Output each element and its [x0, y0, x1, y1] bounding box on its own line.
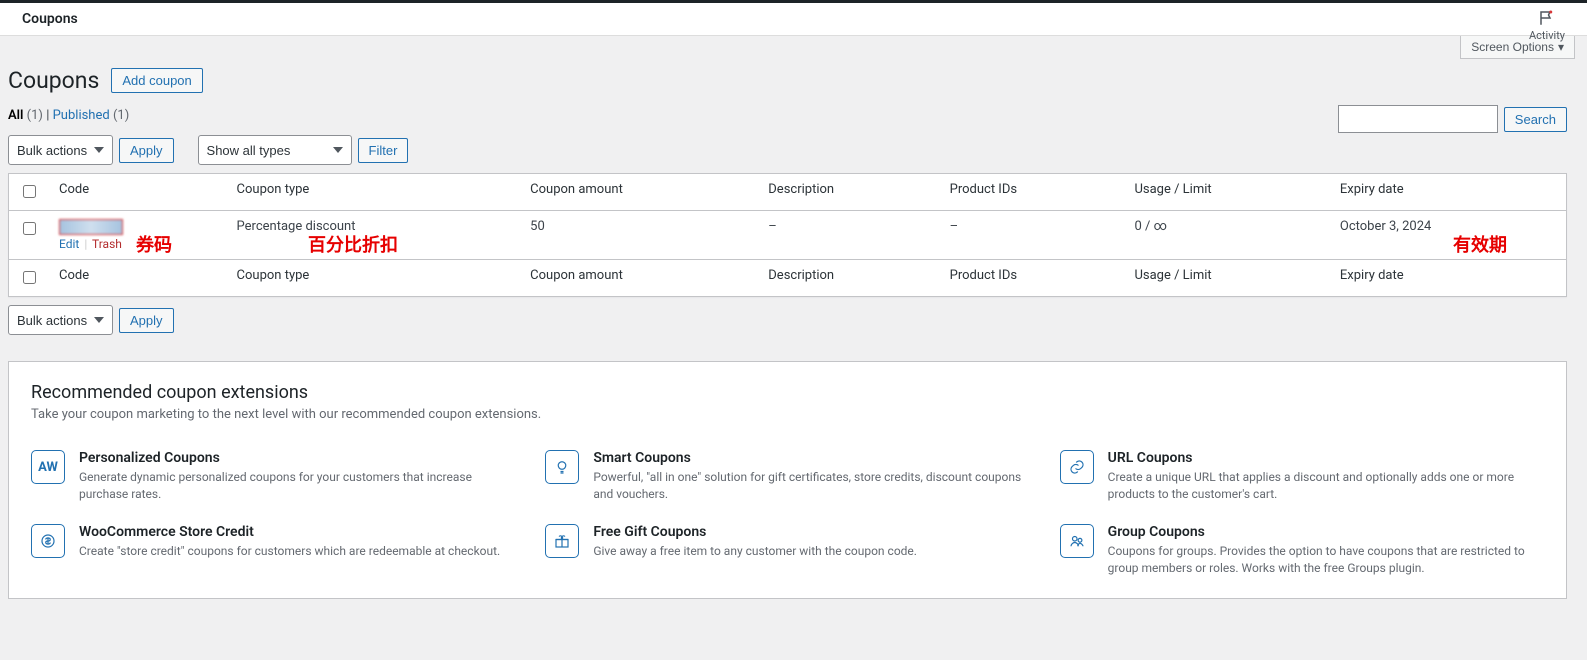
col-type[interactable]: Coupon type [227, 174, 521, 211]
filter-published-count: (1) [113, 108, 129, 123]
recommendation-item[interactable]: AW Personalized Coupons Generate dynamic p… [31, 450, 515, 504]
recommendation-item[interactable]: Free Gift Coupons Give away a free item t… [545, 524, 1029, 578]
fcol-product-ids: Product IDs [940, 260, 1125, 297]
recommendation-desc: Create "store credit" coupons for custom… [79, 543, 500, 560]
cell-description: – [758, 211, 939, 260]
fcol-type: Coupon type [227, 260, 521, 297]
table-row: Edit | Trash Percentage discount 50 – – … [9, 211, 1567, 260]
bulk-actions-select-top[interactable]: Bulk actions [8, 135, 113, 165]
add-coupon-button[interactable]: Add coupon [111, 68, 202, 93]
select-all-checkbox-top[interactable] [23, 185, 36, 198]
bulk-apply-button-top[interactable]: Apply [119, 138, 174, 163]
filter-all-count: (1) [27, 108, 43, 123]
recommendation-item[interactable]: WooCommerce Store Credit Create "store cr… [31, 524, 515, 578]
recommendations-heading: Recommended coupon extensions [31, 382, 1544, 403]
recommendation-icon: AW [31, 450, 65, 484]
table-footer-row: Code Coupon type Coupon amount Descripti… [9, 260, 1567, 297]
recommendation-title: Free Gift Coupons [593, 524, 917, 540]
col-code[interactable]: Code [49, 174, 227, 211]
cell-usage: 0 / ∞ [1124, 211, 1329, 260]
recommendation-desc: Coupons for groups. Provides the option … [1108, 543, 1544, 578]
table-header-row: Code Coupon type Coupon amount Descripti… [9, 174, 1567, 211]
filter-all-label[interactable]: All [8, 108, 23, 123]
filter-button[interactable]: Filter [358, 138, 409, 163]
col-description[interactable]: Description [758, 174, 939, 211]
activity-button[interactable]: Activity [1529, 9, 1565, 42]
screen-options-label: Screen Options [1471, 40, 1554, 54]
chevron-down-icon: ▾ [1558, 40, 1564, 54]
cell-product-ids: – [940, 211, 1125, 260]
row-action-edit[interactable]: Edit [59, 237, 79, 251]
recommendation-item[interactable]: Smart Coupons Powerful, "all in one" solu… [545, 450, 1029, 504]
recommendation-desc: Powerful, "all in one" solution for gift… [593, 469, 1029, 504]
fcol-code: Code [49, 260, 227, 297]
fcol-description: Description [758, 260, 939, 297]
header-title: Coupons [22, 11, 78, 27]
page-title: Coupons [8, 67, 99, 94]
bulk-apply-button-bottom[interactable]: Apply [119, 308, 174, 333]
filter-published-link[interactable]: Published [53, 108, 110, 123]
coupon-code-obscured[interactable] [59, 219, 123, 235]
recommendations-panel: Recommended coupon extensions Take your … [8, 361, 1567, 599]
cell-expiry: October 3, 2024 [1330, 211, 1567, 260]
recommendation-desc: Give away a free item to any customer wi… [593, 543, 917, 560]
recommendation-title: Smart Coupons [593, 450, 1029, 466]
recommendation-icon [545, 450, 579, 484]
cell-amount: 50 [520, 211, 758, 260]
fcol-amount: Coupon amount [520, 260, 758, 297]
search-input[interactable] [1338, 105, 1498, 133]
row-action-trash[interactable]: Trash [92, 237, 122, 251]
bulk-actions-select-bottom[interactable]: Bulk actions [8, 305, 113, 335]
status-filter-links: All (1) | Published (1) [8, 108, 1567, 123]
recommendation-item[interactable]: Group Coupons Coupons for groups. Provide… [1060, 524, 1544, 578]
fcol-usage: Usage / Limit [1124, 260, 1329, 297]
recommendation-desc: Create a unique URL that applies a disco… [1108, 469, 1544, 504]
recommendation-title: URL Coupons [1108, 450, 1544, 466]
recommendation-icon [545, 524, 579, 558]
recommendation-icon [1060, 524, 1094, 558]
recommendation-item[interactable]: URL Coupons Create a unique URL that appl… [1060, 450, 1544, 504]
flag-icon [1538, 9, 1556, 27]
fcol-expiry: Expiry date [1330, 260, 1567, 297]
recommendation-icon [31, 524, 65, 558]
recommendations-sub: Take your coupon marketing to the next l… [31, 407, 1544, 422]
search-button[interactable]: Search [1504, 107, 1567, 132]
col-amount[interactable]: Coupon amount [520, 174, 758, 211]
select-all-checkbox-bottom[interactable] [23, 271, 36, 284]
recommendation-title: Personalized Coupons [79, 450, 515, 466]
col-usage[interactable]: Usage / Limit [1124, 174, 1329, 211]
col-product-ids[interactable]: Product IDs [940, 174, 1125, 211]
recommendation-title: Group Coupons [1108, 524, 1544, 540]
header-bar: Coupons Activity [0, 3, 1587, 36]
col-expiry[interactable]: Expiry date [1330, 174, 1567, 211]
row-checkbox[interactable] [23, 222, 36, 235]
coupons-table: Code Coupon type Coupon amount Descripti… [8, 173, 1567, 297]
recommendation-desc: Generate dynamic personalized coupons fo… [79, 469, 515, 504]
cell-type: Percentage discount [227, 211, 521, 260]
coupon-type-filter-select[interactable]: Show all types [198, 135, 352, 165]
recommendation-icon [1060, 450, 1094, 484]
recommendation-title: WooCommerce Store Credit [79, 524, 500, 540]
activity-label: Activity [1529, 29, 1565, 42]
